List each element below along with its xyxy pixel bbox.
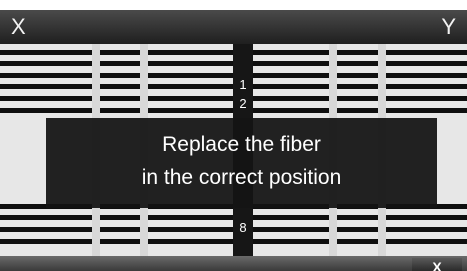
- fiber-camera-view: 1 2 8 Replace the fiber in the correct p…: [0, 44, 467, 256]
- message-line-2: in the correct position: [141, 166, 342, 189]
- y-camera-label: Y: [441, 14, 456, 39]
- fusion-splicer-screen: X Y 1 2 8 Replace the fiber in the corre…: [0, 10, 467, 271]
- fiber-number-8: 8: [239, 220, 247, 235]
- header-bar: X Y: [0, 10, 467, 44]
- footer-bar: X: [0, 256, 467, 271]
- message-line-1: Replace the fiber: [162, 133, 321, 156]
- error-message-overlay: Replace the fiber in the correct positio…: [46, 118, 437, 208]
- x-camera-label: X: [11, 14, 26, 39]
- fiber-number-1: 1: [239, 77, 247, 92]
- fiber-number-2: 2: [239, 96, 247, 111]
- close-button[interactable]: X: [412, 258, 462, 271]
